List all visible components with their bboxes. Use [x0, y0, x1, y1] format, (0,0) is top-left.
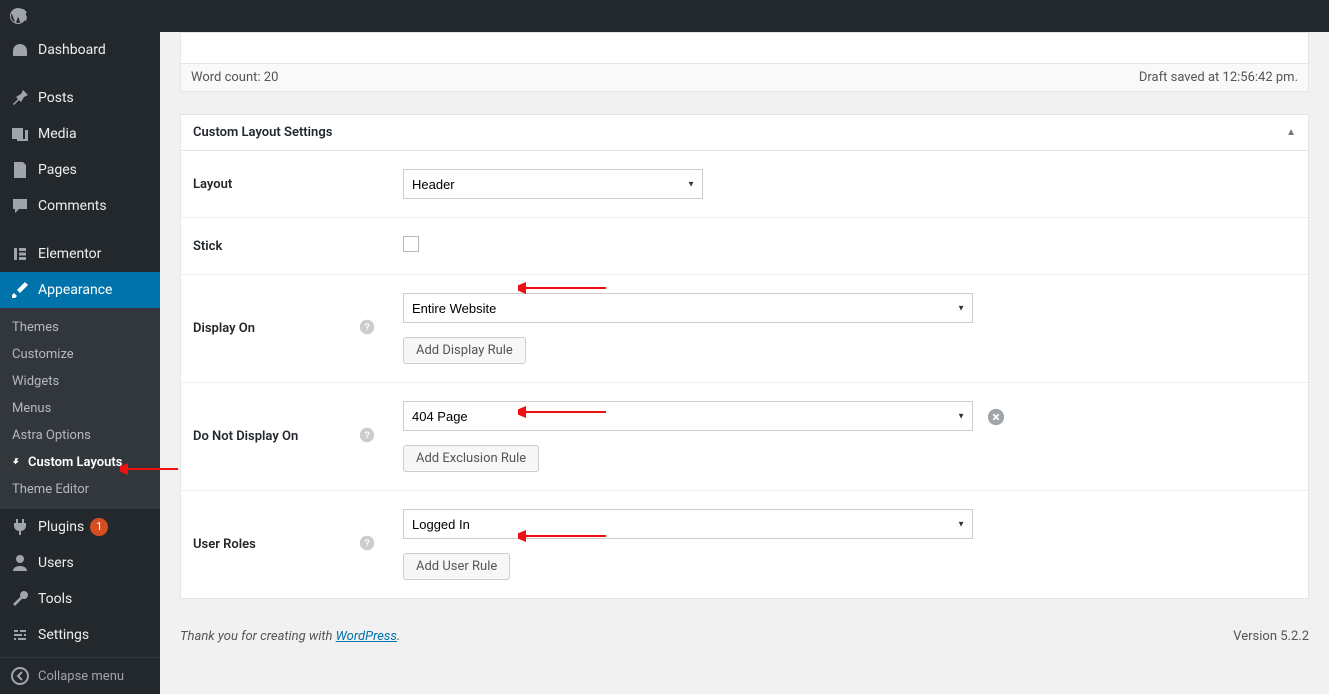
footer-thanks-pre: Thank you for creating with [180, 629, 336, 644]
sidebar-label: Posts [38, 90, 74, 106]
editor-panel: Word count: 20 Draft saved at 12:56:42 p… [180, 32, 1309, 92]
sidebar-label: Dashboard [38, 42, 106, 58]
main-content: Word count: 20 Draft saved at 12:56:42 p… [160, 32, 1329, 694]
wp-version: Version 5.2.2 [1233, 629, 1309, 644]
not-display-on-label: Do Not Display On [193, 429, 298, 444]
display-on-select[interactable]: Entire Website [403, 293, 973, 323]
stick-checkbox[interactable] [403, 236, 419, 252]
sidebar-item-pages[interactable]: Pages [0, 152, 160, 188]
media-icon [10, 124, 30, 144]
sub-item-customize[interactable]: Customize [0, 341, 160, 368]
svg-text:?: ? [364, 538, 370, 549]
admin-topbar [0, 0, 1329, 32]
not-display-on-select[interactable]: 404 Page [403, 401, 973, 431]
panel-title: Custom Layout Settings [193, 125, 332, 140]
comments-icon [10, 196, 30, 216]
sub-item-menus[interactable]: Menus [0, 395, 160, 422]
pages-icon [10, 160, 30, 180]
sub-item-theme-editor[interactable]: Theme Editor [0, 476, 160, 503]
plugin-icon [10, 517, 30, 537]
settings-icon [10, 625, 30, 645]
user-roles-select[interactable]: Logged In [403, 509, 973, 539]
sub-item-themes[interactable]: Themes [0, 314, 160, 341]
sidebar-label: Plugins [38, 519, 84, 535]
collapse-icon [10, 666, 30, 686]
sidebar-item-tools[interactable]: Tools [0, 581, 160, 617]
sidebar-label: Tools [38, 591, 72, 607]
svg-text:?: ? [364, 322, 370, 333]
wordpress-link[interactable]: WordPress [336, 629, 397, 644]
svg-text:?: ? [364, 430, 370, 441]
collapse-label: Collapse menu [38, 669, 124, 684]
help-icon[interactable]: ? [359, 535, 375, 555]
user-icon [10, 553, 30, 573]
draft-status: Draft saved at 12:56:42 pm. [1139, 70, 1298, 85]
plugins-update-badge: 1 [90, 518, 108, 536]
sidebar-item-media[interactable]: Media [0, 116, 160, 152]
stick-label: Stick [193, 239, 222, 254]
panel-toggle-icon[interactable]: ▲ [1286, 127, 1296, 138]
layout-label: Layout [193, 177, 232, 192]
help-icon[interactable]: ? [359, 319, 375, 339]
sidebar-label: Pages [38, 162, 77, 178]
elementor-icon [10, 244, 30, 264]
word-count: Word count: 20 [191, 70, 278, 85]
wordpress-logo-icon[interactable] [8, 6, 28, 26]
sidebar-item-posts[interactable]: Posts [0, 80, 160, 116]
sidebar-item-plugins[interactable]: Plugins 1 [0, 509, 160, 545]
sidebar-label: Users [38, 555, 74, 571]
pin-icon [10, 88, 30, 108]
layout-select[interactable]: Header [403, 169, 703, 199]
sub-item-widgets[interactable]: Widgets [0, 368, 160, 395]
sidebar-label: Comments [38, 198, 107, 214]
custom-layout-settings-panel: Custom Layout Settings ▲ Layout Header S… [180, 114, 1309, 599]
sidebar-item-settings[interactable]: Settings [0, 617, 160, 653]
add-user-rule-button[interactable]: Add User Rule [403, 553, 510, 580]
admin-footer: Thank you for creating with WordPress. V… [180, 629, 1309, 644]
brush-icon [10, 280, 30, 300]
sidebar-label: Appearance [38, 282, 112, 298]
sidebar-item-users[interactable]: Users [0, 545, 160, 581]
sidebar-item-comments[interactable]: Comments [0, 188, 160, 224]
sidebar-item-appearance[interactable]: Appearance [0, 272, 160, 308]
add-display-rule-button[interactable]: Add Display Rule [403, 337, 526, 364]
dashboard-icon [10, 40, 30, 60]
sidebar-label: Elementor [38, 246, 101, 262]
display-on-label: Display On [193, 321, 255, 336]
appearance-submenu: Themes Customize Widgets Menus Astra Opt… [0, 308, 160, 509]
sidebar-item-dashboard[interactable]: Dashboard [0, 32, 160, 68]
help-icon[interactable]: ? [359, 427, 375, 447]
sub-item-custom-layouts[interactable]: Custom Layouts [0, 449, 160, 476]
collapse-menu-button[interactable]: Collapse menu [0, 657, 160, 694]
remove-rule-icon[interactable] [986, 407, 1006, 427]
sidebar-item-elementor[interactable]: Elementor [0, 236, 160, 272]
sub-item-astra-options[interactable]: Astra Options [0, 422, 160, 449]
sidebar-label: Media [38, 126, 77, 142]
admin-sidebar: Dashboard Posts Media Pages Comments Ele… [0, 32, 160, 694]
wrench-icon [10, 589, 30, 609]
user-roles-label: User Roles [193, 537, 256, 552]
sidebar-label: Settings [38, 627, 89, 643]
add-exclusion-rule-button[interactable]: Add Exclusion Rule [403, 445, 539, 472]
